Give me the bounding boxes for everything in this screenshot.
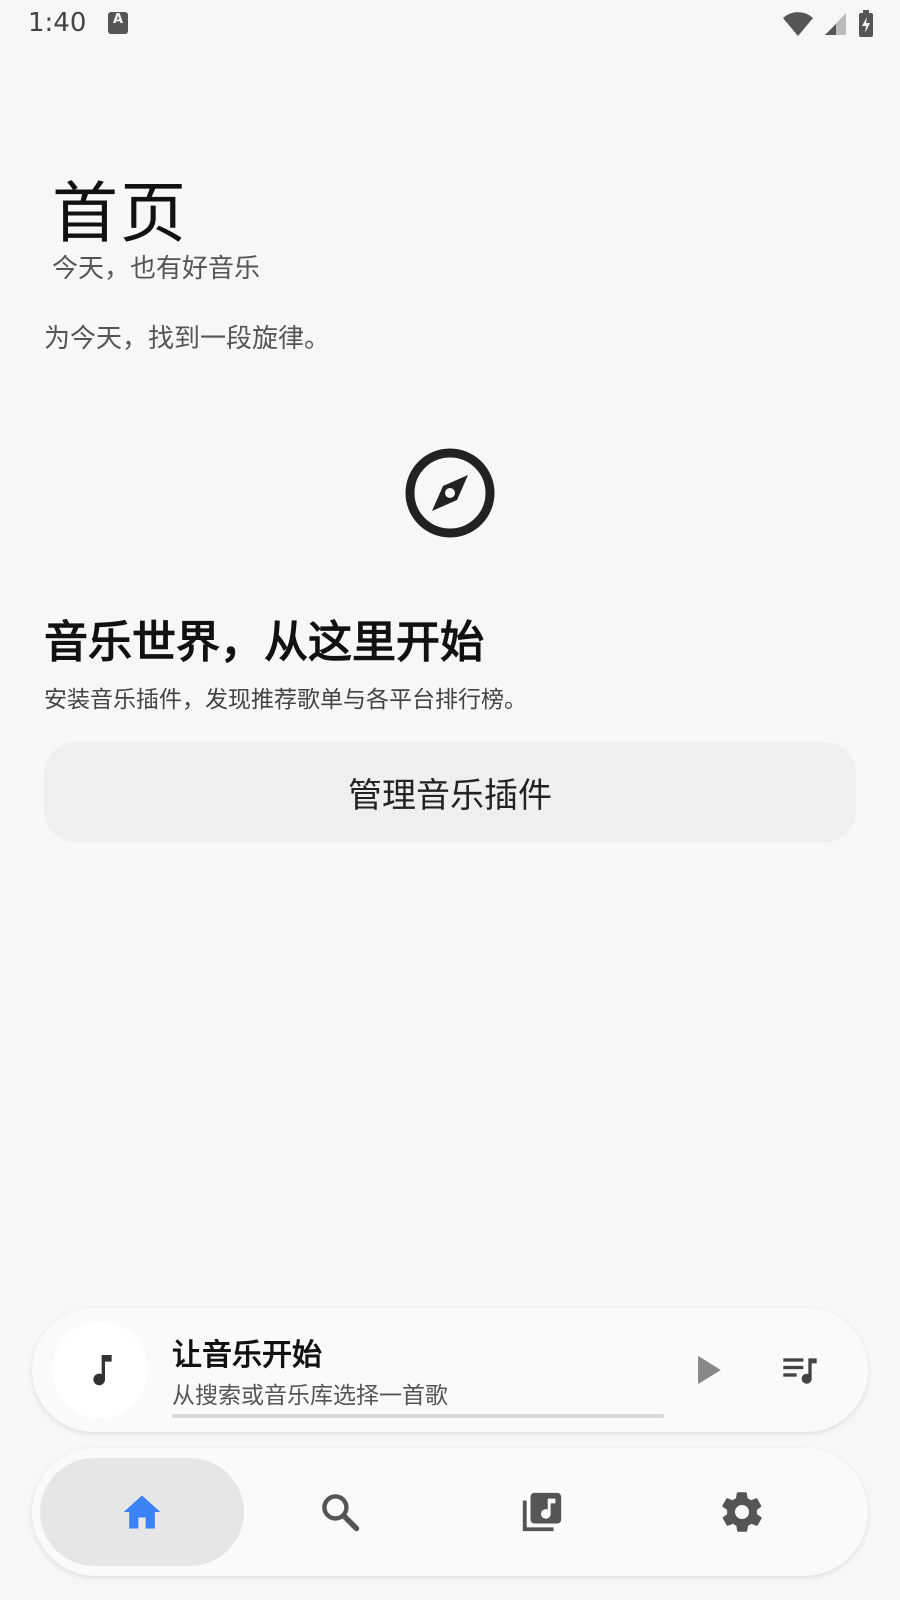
player-progress-bar[interactable]	[172, 1414, 664, 1418]
page-subtitle: 今天，也有好音乐	[52, 254, 261, 284]
music-note-icon	[93, 1355, 112, 1386]
status-bar: 1:40 A	[0, 0, 900, 50]
manage-plugins-button[interactable]: 管理音乐插件	[44, 742, 856, 842]
cellular-signal-icon	[825, 13, 846, 35]
music-library-icon	[522, 1492, 562, 1532]
mini-player[interactable]: 让音乐开始 从搜索或音乐库选择一首歌	[32, 1308, 868, 1432]
home-screen: 1:40 A 首页 今天，也有好音乐 为今天，找到一段旋律。 音乐世界，从这里开…	[0, 0, 900, 1600]
nav-item-home[interactable]	[40, 1458, 244, 1566]
search-icon	[322, 1494, 360, 1532]
nav-item-settings[interactable]	[640, 1458, 844, 1566]
bottom-nav	[32, 1448, 868, 1576]
play-icon	[698, 1355, 721, 1385]
empty-state-description: 安装音乐插件，发现推荐歌单与各平台排行榜。	[44, 687, 527, 713]
play-button[interactable]	[680, 1342, 736, 1398]
wifi-icon	[783, 12, 813, 36]
tagline: 为今天，找到一段旋律。	[44, 324, 331, 354]
home-icon	[123, 1495, 161, 1529]
empty-state-title: 音乐世界，从这里开始	[44, 617, 484, 668]
queue-music-icon	[783, 1358, 817, 1384]
compass-icon	[401, 444, 499, 542]
status-icons	[782, 10, 874, 38]
accessibility-a-icon: A	[108, 12, 128, 34]
nav-item-library[interactable]	[440, 1458, 644, 1566]
player-cover[interactable]	[52, 1322, 148, 1418]
page-title: 首页	[52, 175, 188, 252]
player-subtitle: 从搜索或音乐库选择一首歌	[172, 1383, 448, 1409]
status-time: 1:40	[28, 8, 87, 38]
battery-charging-icon	[859, 10, 873, 37]
queue-button[interactable]	[772, 1342, 828, 1398]
gear-icon	[722, 1492, 762, 1532]
player-title: 让音乐开始	[172, 1338, 322, 1373]
nav-item-search[interactable]	[238, 1458, 442, 1566]
